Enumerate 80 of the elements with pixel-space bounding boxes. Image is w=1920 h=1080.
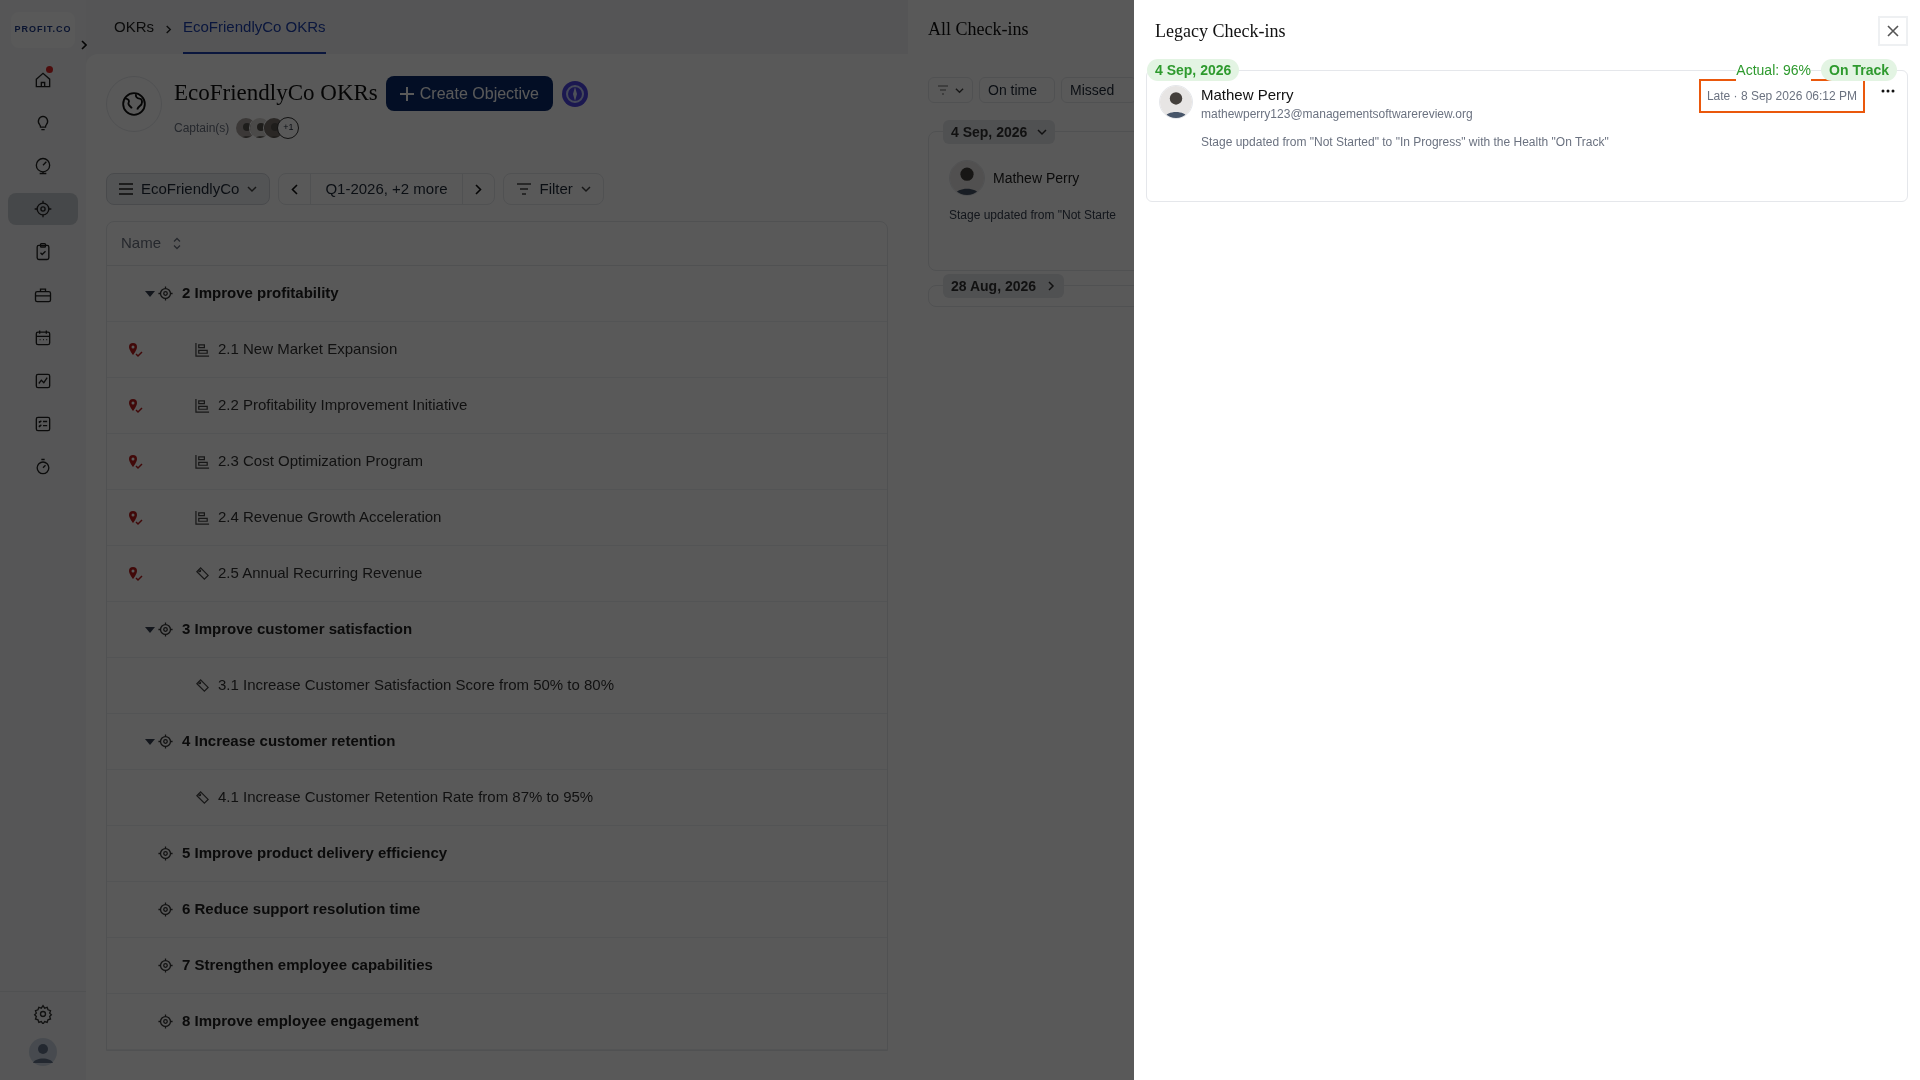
filter-button[interactable]: Filter [502,173,604,205]
filter-icon [515,182,532,196]
target-icon [33,199,53,219]
close-icon [1887,25,1899,37]
tag-icon [195,566,210,581]
objective-title[interactable]: 4 Increase customer retention [182,730,396,753]
tag-icon [195,790,210,805]
next-icon[interactable] [474,183,482,195]
more-captains-count[interactable]: +1 [277,117,300,139]
checkin-timestamp: Late · 8 Sep 2026 06:12 PM [1698,79,1865,113]
target-icon [157,845,174,862]
date-group-toggle[interactable]: 4 Sep, 2026 [943,120,1056,144]
create-objective-button[interactable]: Create Objective [385,76,553,111]
sidebar-item[interactable] [8,193,78,225]
caret-down-icon [1037,127,1048,137]
user-avatar[interactable] [1159,85,1193,119]
user-name: Mathew Perry [993,168,1080,188]
objective-title[interactable]: 3 Improve customer satisfaction [182,618,413,641]
drawer-title: Legacy Check-ins [1155,19,1286,43]
target-icon [157,733,174,750]
objective-title[interactable]: 2 Improve profitability [182,282,339,305]
more-options-button[interactable] [1879,87,1897,95]
close-button[interactable] [1878,16,1908,46]
caret-icon [580,184,591,194]
bar-list-icon [195,342,210,357]
objective-title[interactable]: 5 Improve product delivery efficiency [182,842,448,865]
key-result-title[interactable]: 2.3 Cost Optimization Program [218,450,424,473]
bar-list-icon [195,454,210,469]
status-badge: On Track [1821,59,1897,81]
filter-dropdown[interactable] [928,77,973,103]
chevron-icon [164,25,173,34]
tag-icon [195,678,210,693]
objective-title[interactable]: 7 Strengthen employee capabilities [182,954,433,977]
date-badge: 4 Sep, 2026 [1147,59,1240,81]
key-result-title[interactable]: 3.1 Increase Customer Satisfaction Score from 50% to 80% [218,674,615,697]
checkin-message: Stage updated from "Not Started" to "In Progress" with the Health "On Track" [1201,134,1610,151]
previous-icon[interactable] [291,183,299,195]
checkin-message: Stage updated from "Not Starte [949,207,1117,224]
key-result-title[interactable]: 2.4 Revenue Growth Acceleration [218,506,442,529]
caret-icon [247,184,258,194]
checklist-icon [33,414,53,434]
target-icon [157,957,174,974]
menu-icon [119,183,133,195]
date-group-toggle[interactable]: 28 Aug, 2026 [943,274,1065,298]
bar-list-icon [195,398,210,413]
chart-icon [33,371,53,391]
collapse-caret-icon[interactable] [145,626,155,633]
settings-icon[interactable] [33,1004,53,1024]
target-icon [157,1013,174,1030]
group-dropdown[interactable]: EcoFriendlyCo [106,173,271,205]
bar-list-icon [195,510,210,525]
objective-title[interactable]: 8 Improve employee engagement [182,1010,419,1033]
plus-icon [399,86,414,101]
objective-title[interactable]: 6 Reduce support resolution time [182,898,421,921]
period-selector[interactable]: Q1-2026, +2 more [278,173,495,205]
user-email: mathewperry123@managementsoftwarereview.org [1201,106,1474,123]
collapse-caret-icon[interactable] [145,290,155,297]
period-label[interactable]: Q1-2026, +2 more [311,177,462,201]
compass-icon[interactable] [561,79,589,108]
user-name: Mathew Perry [1201,85,1295,105]
sort-icon[interactable] [173,237,181,250]
breadcrumb-tab[interactable]: OKRs [114,15,154,54]
target-icon [157,621,174,638]
filter-icon [937,85,949,95]
caret-right-icon [1046,281,1057,291]
gauge-icon [33,156,53,176]
key-result-title[interactable]: 2.1 New Market Expansion [218,338,398,361]
collapse-caret-icon[interactable] [145,738,155,745]
filter-chip[interactable]: On time [979,77,1055,103]
caret-icon [955,85,964,95]
calendar-icon [33,328,53,348]
page-title: EcoFriendlyCo OKRs [174,79,378,108]
home-icon [33,70,53,90]
target-icon [157,901,174,918]
more-icon [1881,89,1895,93]
key-result-title[interactable]: 4.1 Increase Customer Retention Rate from 87% to 95% [218,786,594,809]
key-result-title[interactable]: 2.2 Profitability Improvement Initiative [218,394,468,417]
target-icon [157,285,174,302]
panel-title: All Check-ins [928,18,1030,41]
key-result-title[interactable]: 2.5 Annual Recurring Revenue [218,562,423,585]
